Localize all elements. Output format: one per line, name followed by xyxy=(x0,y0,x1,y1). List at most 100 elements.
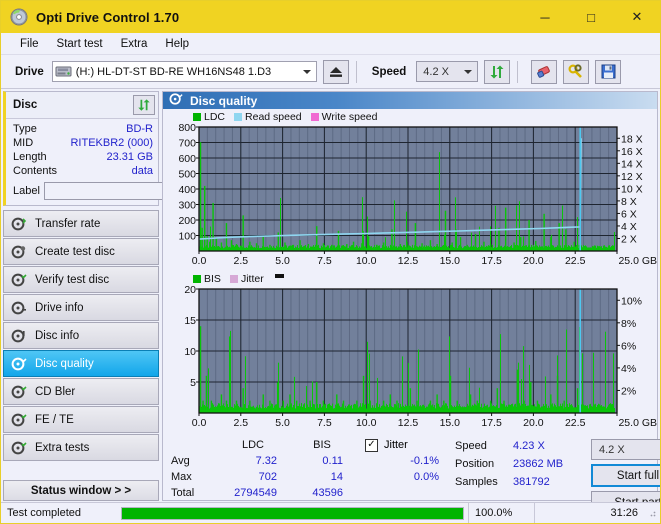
minimize-button[interactable]: ─ xyxy=(522,1,568,33)
stats-header-ldc: LDC xyxy=(241,439,264,451)
disc-quality-icon xyxy=(169,92,183,109)
sidebar-item-verify-test-disc[interactable]: Verify test disc xyxy=(3,266,159,293)
menu-start-test[interactable]: Start test xyxy=(48,36,112,52)
disc-type-value: BD-R xyxy=(126,123,153,135)
maximize-button[interactable]: □ xyxy=(568,1,614,33)
erase-button[interactable] xyxy=(531,59,558,84)
svg-text:25.0 GB: 25.0 GB xyxy=(618,255,657,267)
legend-label-read-speed: Read speed xyxy=(245,110,302,123)
svg-text:15.0: 15.0 xyxy=(440,417,461,429)
disc-row-length: Length 23.31 GB xyxy=(13,150,153,164)
app-disc-icon xyxy=(10,8,28,26)
toolbar-separator-1 xyxy=(355,60,357,83)
speed-select[interactable]: 4.2 X xyxy=(416,61,479,82)
svg-text:17.5: 17.5 xyxy=(481,417,502,429)
disc-box-title: Disc xyxy=(13,99,38,111)
stats-header-bis: BIS xyxy=(313,439,331,451)
save-button[interactable] xyxy=(595,59,622,84)
legend-item-jitter: Jitter xyxy=(229,273,264,285)
jitter-checkbox[interactable]: ✓ xyxy=(365,438,378,452)
svg-text:10%: 10% xyxy=(621,295,642,307)
drive-info-icon xyxy=(11,300,27,316)
stats-avg-ldc: 7.32 xyxy=(255,455,277,467)
svg-text:200: 200 xyxy=(178,215,196,227)
legend-item-ldc: LDC xyxy=(193,111,225,123)
chevron-down-icon xyxy=(302,69,311,74)
stats-max-ldc: 702 xyxy=(258,471,277,483)
disc-refresh-button[interactable] xyxy=(133,95,155,115)
svg-text:12 X: 12 X xyxy=(621,171,643,183)
svg-text:12.5: 12.5 xyxy=(398,255,419,267)
samples-info-label: Samples xyxy=(455,476,498,488)
resize-grip-icon[interactable] xyxy=(644,507,660,519)
disc-type-label: Type xyxy=(13,123,37,135)
svg-text:15.0: 15.0 xyxy=(440,255,461,267)
status-window-button[interactable]: Status window > > xyxy=(3,480,159,501)
legend-label-write-speed: Write speed xyxy=(321,110,378,123)
svg-text:5.0: 5.0 xyxy=(275,417,290,429)
tools-icon xyxy=(568,64,583,78)
sidebar-item-disc-info[interactable]: Disc info xyxy=(3,322,159,349)
svg-text:5: 5 xyxy=(190,377,196,389)
position-info-value: 23862 MB xyxy=(513,458,564,470)
progress-bar-fill xyxy=(122,507,463,519)
disc-quality-panel: Disc quality LDC Read speed Write speed … xyxy=(162,91,660,514)
legend-swatch-write-speed xyxy=(310,112,319,121)
legend-swatch-ldc xyxy=(193,112,201,121)
disc-mid-label: MID xyxy=(13,137,34,149)
sidebar-item-drive-info[interactable]: Drive info xyxy=(3,294,159,321)
sidebar-item-disc-quality[interactable]: Disc quality xyxy=(3,350,159,377)
jitter-label: Jitter xyxy=(384,439,408,451)
svg-text:18 X: 18 X xyxy=(621,133,643,145)
status-bar: Test completed 100.0% 31:26 xyxy=(1,502,660,523)
svg-text:500: 500 xyxy=(178,169,196,181)
menu-help[interactable]: Help xyxy=(156,36,198,52)
legend-swatch-bis xyxy=(193,274,201,283)
svg-text:4%: 4% xyxy=(621,363,636,375)
menu-extra[interactable]: Extra xyxy=(112,36,157,52)
svg-text:6%: 6% xyxy=(621,340,636,352)
disc-info-icon xyxy=(11,328,27,344)
top-chart-legend: LDC Read speed Write speed xyxy=(163,109,657,123)
menu-file[interactable]: File xyxy=(11,36,48,52)
svg-text:0.0: 0.0 xyxy=(192,255,207,267)
extra-tests-icon xyxy=(11,440,27,456)
sidebar-item-extra-tests[interactable]: Extra tests xyxy=(3,434,159,461)
refresh-button[interactable] xyxy=(484,59,511,84)
eraser-icon xyxy=(536,66,550,78)
disc-test-icon xyxy=(11,216,27,232)
disc-contents-label: Contents xyxy=(13,165,58,177)
drive-label: Drive xyxy=(15,65,44,78)
stats-total-ldc: 2794549 xyxy=(234,487,277,499)
speed-label: Speed xyxy=(371,65,407,78)
chevron-down-icon xyxy=(464,69,473,74)
top-chart[interactable]: 800 700 600 500 400 300 200 100 18 X 16 X 14 X 12 X… xyxy=(163,123,657,271)
start-full-button[interactable]: Start full xyxy=(591,464,660,487)
sidebar-item-cd-bler[interactable]: CD Bler xyxy=(3,378,159,405)
window-title: Opti Drive Control 1.70 xyxy=(36,9,180,25)
window-controls: ─ □ ✕ xyxy=(522,1,660,33)
stats-row-total-label: Total xyxy=(171,487,195,499)
stats-row-avg-label: Avg xyxy=(171,455,190,467)
sidebar-item-create-test-disc[interactable]: Create test disc xyxy=(3,238,159,265)
disc-row-mid: MID RITEKBR2 (000) xyxy=(13,136,153,150)
test-speed-select[interactable]: 4.2 X xyxy=(591,439,660,460)
test-speed-value: 4.2 X xyxy=(599,443,625,456)
progress-percent: 100.0% xyxy=(468,502,534,523)
fe-te-icon xyxy=(11,412,27,428)
svg-text:4 X: 4 X xyxy=(621,221,637,233)
svg-text:2.5: 2.5 xyxy=(233,255,248,267)
sidebar-item-transfer-rate[interactable]: Transfer rate xyxy=(3,210,159,237)
svg-text:25.0 GB: 25.0 GB xyxy=(618,417,657,429)
eject-button[interactable] xyxy=(322,59,349,84)
disc-label-caption: Label xyxy=(13,185,40,197)
speed-info-value: 4.23 X xyxy=(513,440,545,452)
sidebar-item-fe-te[interactable]: FE / TE xyxy=(3,406,159,433)
disc-contents-value: data xyxy=(131,165,153,177)
drive-select[interactable]: (H:) HL-DT-ST BD-RE WH16NS48 1.D3 xyxy=(51,61,317,82)
svg-text:100: 100 xyxy=(178,231,196,243)
svg-text:7.5: 7.5 xyxy=(317,255,332,267)
bottom-chart[interactable]: 20 15 10 5 10% 8% 6% 4% 2% 0.0 2.5 5.0 7.5 10.0 12.5 15… xyxy=(163,285,657,433)
tools-button[interactable] xyxy=(563,59,590,84)
close-button[interactable]: ✕ xyxy=(614,1,660,33)
